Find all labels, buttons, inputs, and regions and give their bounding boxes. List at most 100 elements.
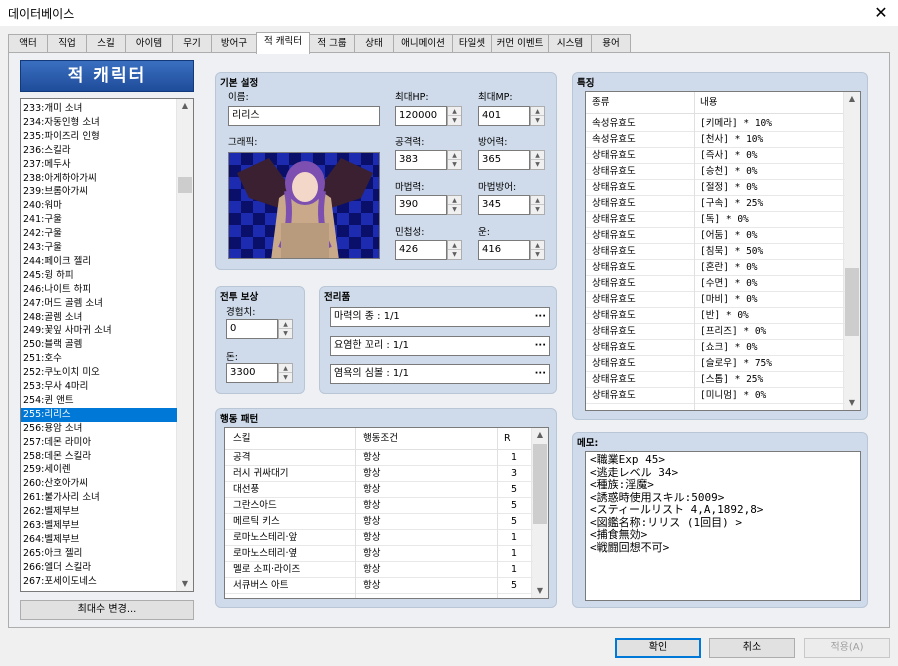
atk-field[interactable]: 383 xyxy=(395,150,447,170)
scroll-down-icon[interactable]: ▼ xyxy=(177,577,193,591)
trait-row[interactable]: 속성유효도 [키메라] * 10% xyxy=(586,116,845,132)
tab-5[interactable]: 무기 xyxy=(172,34,212,53)
maxhp-spinner[interactable]: ▲ ▼ xyxy=(447,106,462,126)
mat-spinner[interactable]: ▲ ▼ xyxy=(447,195,462,215)
enemy-list-item[interactable]: 249:꽃잎 사마귀 소녀 xyxy=(21,324,177,338)
action-row[interactable]: 대선풍 항상 5 xyxy=(225,482,533,498)
action-row[interactable]: 로마노스테리·앞 항상 1 xyxy=(225,530,533,546)
tab-4[interactable]: 아이템 xyxy=(125,34,173,53)
enemy-list-item[interactable]: 261:불가사리 소녀 xyxy=(21,491,177,505)
enemy-list-item[interactable]: 260:산호아가씨 xyxy=(21,477,177,491)
mdf-spinner[interactable]: ▲ ▼ xyxy=(530,195,545,215)
drop-item-3[interactable]: 염욕의 심볼 : 1/1 ··· xyxy=(330,364,550,384)
tab-14[interactable]: 용어 xyxy=(591,34,631,53)
enemy-list-item[interactable]: 246:나이트 하피 xyxy=(21,283,177,297)
action-row[interactable]: 로마노스테리·옆 항상 1 xyxy=(225,546,533,562)
trait-row[interactable]: 상태유효도 [승천] * 0% xyxy=(586,164,845,180)
tab-12[interactable]: 커먼 이벤트 xyxy=(491,34,549,53)
enemy-list-item[interactable]: 262:벨제부브 xyxy=(21,505,177,519)
trait-row[interactable]: 상태유효도 [쇼크] * 0% xyxy=(586,340,845,356)
enemy-list-item[interactable]: 237:메두사 xyxy=(21,158,177,172)
enemy-list-item[interactable]: 242:구울 xyxy=(21,227,177,241)
trait-row[interactable]: 상태유효도 [반] * 0% xyxy=(586,308,845,324)
enemy-list-item[interactable]: 257:데몬 라미아 xyxy=(21,436,177,450)
enemy-list-item[interactable]: 235:파이즈리 인형 xyxy=(21,130,177,144)
maxmp-field[interactable]: 401 xyxy=(478,106,530,126)
trait-row[interactable]: 상태유효도 [수면] * 0% xyxy=(586,276,845,292)
luk-spinner[interactable]: ▲ ▼ xyxy=(530,240,545,260)
scroll-up-icon[interactable]: ▲ xyxy=(844,92,860,106)
atk-spinner[interactable]: ▲ ▼ xyxy=(447,150,462,170)
scroll-thumb[interactable] xyxy=(178,177,192,193)
traits-grid-scrollbar[interactable]: ▲ ▼ xyxy=(843,92,860,410)
trait-row[interactable]: 상태유효도 [마비] * 0% xyxy=(586,292,845,308)
enemy-list-item[interactable]: 248:골렘 소녀 xyxy=(21,311,177,325)
trait-row[interactable]: 상태유효도 [슬로우] * 75% xyxy=(586,356,845,372)
name-field[interactable]: 리리스 xyxy=(228,106,380,126)
enemy-list-item[interactable]: 234:자동인형 소녀 xyxy=(21,116,177,130)
drop-item-1[interactable]: 마력의 종 : 1/1 ··· xyxy=(330,307,550,327)
trait-row[interactable]: 상태유효도 [구속] * 25% xyxy=(586,196,845,212)
tab-1[interactable]: 액터 xyxy=(8,34,48,53)
exp-field[interactable]: 0 xyxy=(226,319,278,339)
enemy-list-item[interactable]: 267:포세이도네스 xyxy=(21,575,177,589)
enemy-list-item[interactable]: 254:퀸 앤트 xyxy=(21,394,177,408)
trait-row[interactable]: 상태유효도 [혼란] * 0% xyxy=(586,260,845,276)
agi-field[interactable]: 426 xyxy=(395,240,447,260)
action-row[interactable]: 메르틱 키스 항상 5 xyxy=(225,514,533,530)
enemy-list-item[interactable]: 253:무사 4마리 xyxy=(21,380,177,394)
action-patterns-grid[interactable]: 스킬 행동조건 R ▲ ▼ 공격 항상 1 러시 귀싸대기 항상 3 대선풍 항상 5 그란스아드… xyxy=(224,427,549,599)
action-row[interactable]: 그란스아드 항상 5 xyxy=(225,498,533,514)
trait-row[interactable]: 상태유효도 [미니멈] * 0% xyxy=(586,388,845,404)
trait-row[interactable]: 상태유효도 [어둠] * 0% xyxy=(586,228,845,244)
ellipsis-icon[interactable]: ··· xyxy=(535,308,546,326)
enemy-list-item[interactable]: 247:머드 골렘 소녀 xyxy=(21,297,177,311)
close-icon[interactable]: ✕ xyxy=(870,2,892,24)
enemy-list-item[interactable]: 250:블랙 골렘 xyxy=(21,338,177,352)
enemy-list-item[interactable]: 266:엘더 스킬라 xyxy=(21,561,177,575)
def-spinner[interactable]: ▲ ▼ xyxy=(530,150,545,170)
enemy-list-item[interactable]: 245:윙 하피 xyxy=(21,269,177,283)
action-row[interactable]: 서큐버스 아트 항상 5 xyxy=(225,578,533,594)
memo-field[interactable]: <職業Exp 45> <逃走レベル 34> <種族:淫魔> <誘惑時使用スキル:500… xyxy=(585,451,861,601)
trait-row[interactable]: 속성유효도 [천사] * 10% xyxy=(586,132,845,148)
trait-row[interactable]: 상태유효도 [스톱] * 25% xyxy=(586,372,845,388)
traits-grid[interactable]: 종류 내용 ▲ ▼ 속성유효도 [키메라] * 10% 속성유효도 [천사] * 10… xyxy=(585,91,861,411)
apply-button[interactable]: 적용(A) xyxy=(804,638,890,658)
enemy-list-item[interactable]: 241:구울 xyxy=(21,213,177,227)
enemy-list-item[interactable]: 256:용암 소녀 xyxy=(21,422,177,436)
trait-row[interactable]: 상태유효도 [프리즈] * 0% xyxy=(586,324,845,340)
enemy-list-item[interactable]: 243:구울 xyxy=(21,241,177,255)
ellipsis-icon[interactable]: ··· xyxy=(535,337,546,355)
tab-3[interactable]: 스킬 xyxy=(86,34,126,53)
enemy-list-item[interactable]: 252:쿠노이치 미오 xyxy=(21,366,177,380)
cancel-button[interactable]: 취소 xyxy=(709,638,795,658)
scroll-thumb[interactable] xyxy=(533,444,547,524)
def-field[interactable]: 365 xyxy=(478,150,530,170)
enemy-list-item[interactable]: 263:벨제부브 xyxy=(21,519,177,533)
tab-8[interactable]: 적 그룹 xyxy=(309,34,355,53)
change-max-button[interactable]: 최대수 변경... xyxy=(20,600,194,620)
tab-2[interactable]: 직업 xyxy=(47,34,87,53)
action-row[interactable]: 러시 귀싸대기 항상 3 xyxy=(225,466,533,482)
enemy-list[interactable]: ▲ ▼ 233:개미 소녀 234:자동인형 소녀 235:파이즈리 인형 236:스… xyxy=(20,98,194,592)
scroll-up-icon[interactable]: ▲ xyxy=(532,428,548,442)
tab-6[interactable]: 방어구 xyxy=(211,34,257,53)
tab-9[interactable]: 상태 xyxy=(354,34,394,53)
trait-row[interactable]: 상태유효도 [절정] * 0% xyxy=(586,180,845,196)
tab-10[interactable]: 애니메이션 xyxy=(393,34,453,53)
scroll-up-icon[interactable]: ▲ xyxy=(177,99,193,113)
action-grid-scrollbar[interactable]: ▲ ▼ xyxy=(531,428,548,598)
mat-field[interactable]: 390 xyxy=(395,195,447,215)
enemy-list-item[interactable]: 238:아게하아가씨 xyxy=(21,172,177,186)
maxmp-spinner[interactable]: ▲ ▼ xyxy=(530,106,545,126)
enemy-list-item[interactable]: 233:개미 소녀 xyxy=(21,102,177,116)
agi-spinner[interactable]: ▲ ▼ xyxy=(447,240,462,260)
scroll-down-icon[interactable]: ▼ xyxy=(532,584,548,598)
trait-row[interactable]: 상태유효도 [독] * 0% xyxy=(586,212,845,228)
enemy-list-item[interactable]: 255:리리스 xyxy=(21,407,177,422)
enemy-list-item[interactable]: 265:아크 젤리 xyxy=(21,547,177,561)
ellipsis-icon[interactable]: ··· xyxy=(535,365,546,383)
enemy-list-item[interactable]: 244:페이크 젤리 xyxy=(21,255,177,269)
enemy-list-item[interactable]: 236:스킬라 xyxy=(21,144,177,158)
